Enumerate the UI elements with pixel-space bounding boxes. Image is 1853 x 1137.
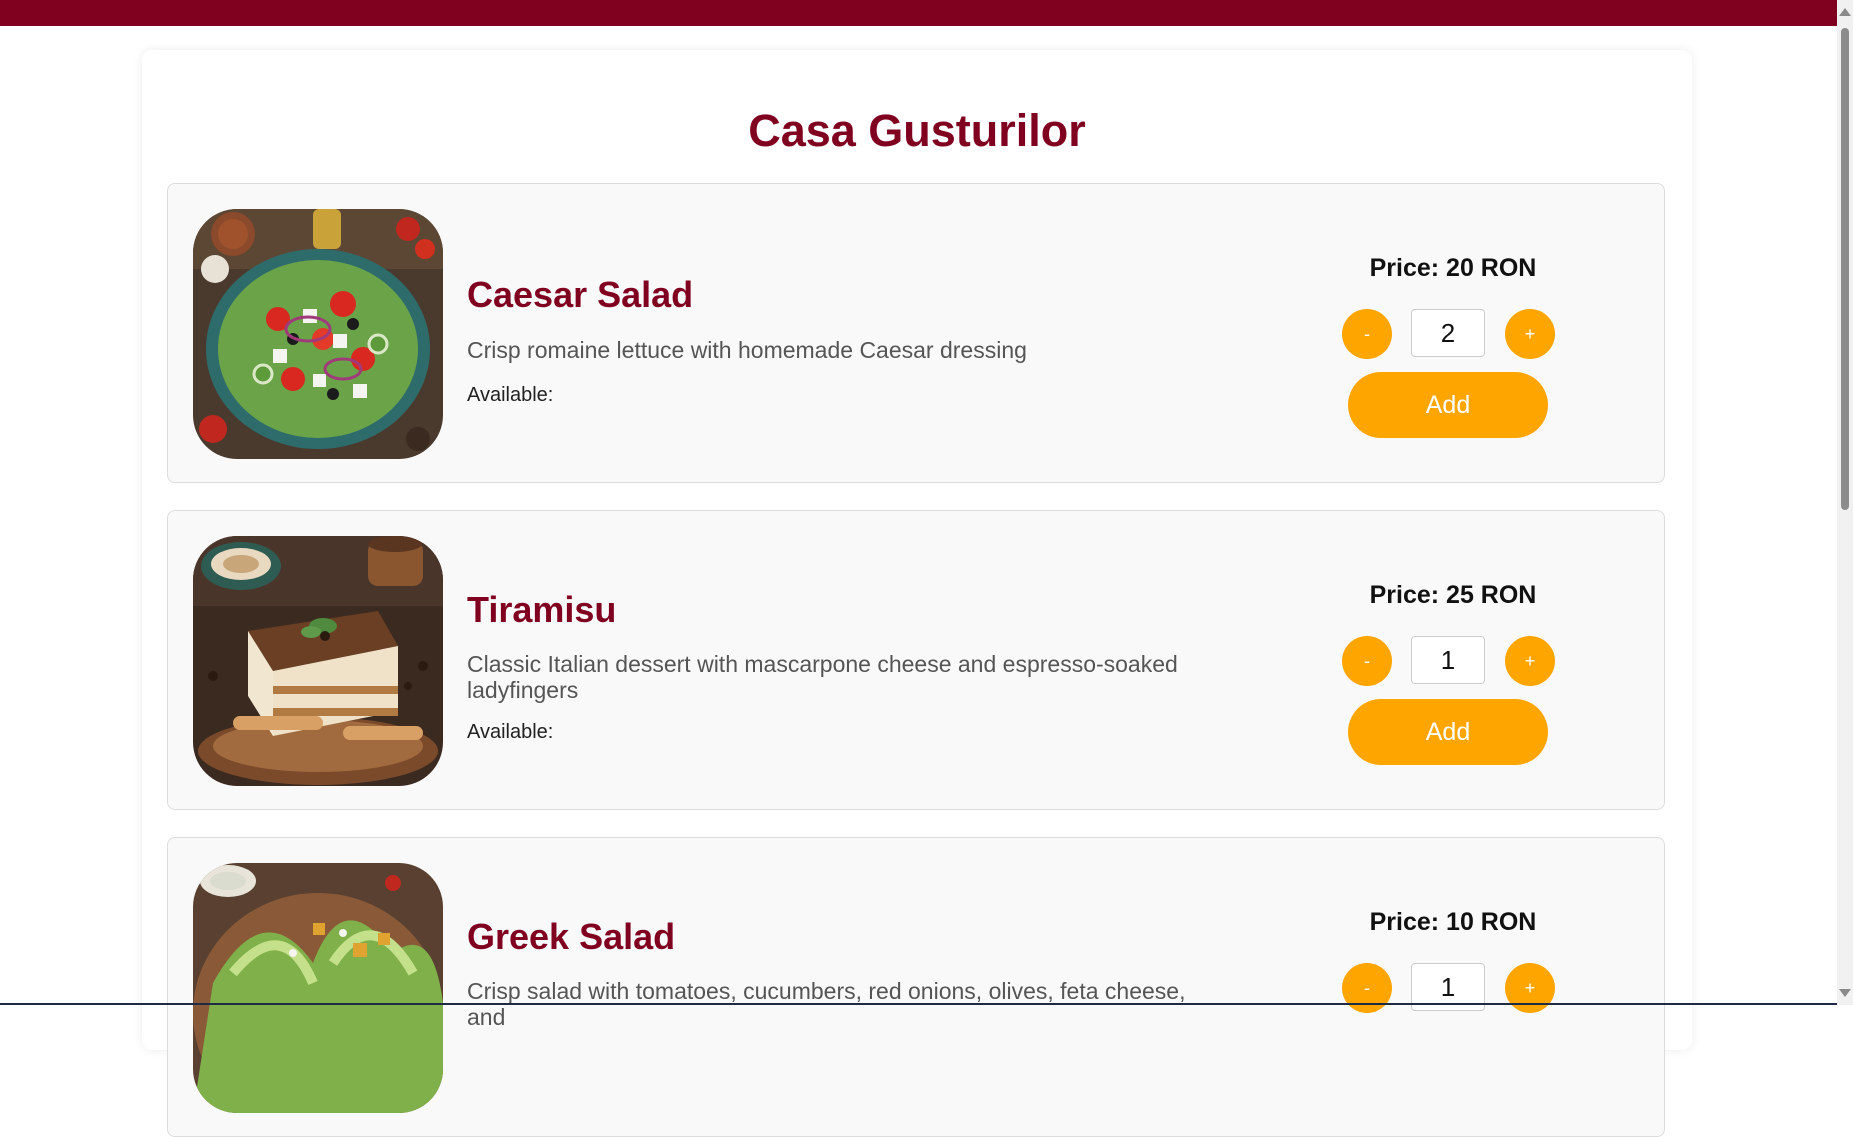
dish-name: Caesar Salad <box>467 274 694 315</box>
menu-container: Casa Gusturilor Caesar Salad Crisp romai… <box>142 50 1692 1137</box>
decrease-quantity-button[interactable]: - <box>1342 963 1392 1013</box>
scrollbar-thumb[interactable] <box>1841 28 1849 510</box>
dish-description: Crisp romaine lettuce with homemade Caes… <box>467 337 1027 363</box>
decrease-quantity-button[interactable]: - <box>1342 636 1392 686</box>
decrease-quantity-button[interactable]: - <box>1342 309 1392 359</box>
page-title: Casa Gusturilor <box>748 105 1086 156</box>
dish-name: Greek Salad <box>467 916 676 957</box>
dish-image-greek-salad <box>193 209 443 459</box>
menu-item-card: Caesar Salad Crisp romaine lettuce with … <box>167 183 1665 483</box>
quantity-input[interactable] <box>1411 309 1485 357</box>
scroll-down-icon[interactable] <box>1837 985 1853 1001</box>
scroll-up-icon[interactable] <box>1837 4 1853 20</box>
price-label: Price: 20 RON <box>1369 254 1537 282</box>
price-label: Price: 25 RON <box>1369 581 1537 609</box>
availability-label: Available: <box>467 721 554 743</box>
menu-item-card: Tiramisu Classic Italian dessert with ma… <box>167 510 1665 810</box>
quantity-input[interactable] <box>1411 636 1485 684</box>
dish-image-tiramisu <box>193 536 443 786</box>
increase-quantity-button[interactable]: + <box>1505 309 1555 359</box>
vertical-scrollbar[interactable] <box>1837 0 1853 1005</box>
price-label: Price: 10 RON <box>1369 908 1537 936</box>
top-brand-bar <box>0 0 1837 26</box>
increase-quantity-button[interactable]: + <box>1505 636 1555 686</box>
dish-name: Tiramisu <box>467 589 617 630</box>
add-to-cart-button[interactable]: Add <box>1348 699 1548 765</box>
increase-quantity-button[interactable]: + <box>1505 963 1555 1013</box>
availability-label: Available: <box>467 384 554 406</box>
menu-item-card: Greek Salad Crisp salad with tomatoes, c… <box>167 837 1665 1137</box>
dish-image-caesar-salad <box>193 863 443 1113</box>
dish-description: Classic Italian dessert with mascarpone … <box>467 651 1178 703</box>
add-to-cart-button[interactable]: Add <box>1348 372 1548 438</box>
